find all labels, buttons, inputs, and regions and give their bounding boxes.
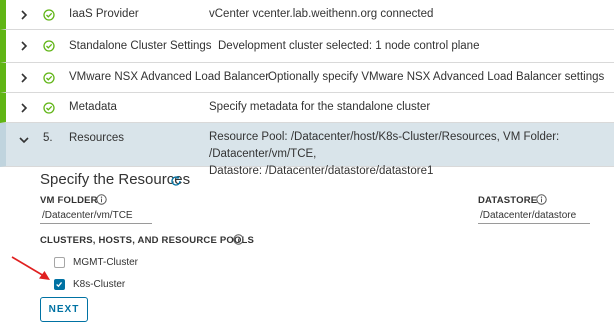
check-circle-icon: [43, 102, 55, 114]
info-icon[interactable]: [233, 234, 244, 245]
step-description: Optionally specify VMware NSX Advanced L…: [268, 71, 605, 83]
step-title: VMware NSX Advanced Load Balancer: [69, 71, 270, 83]
datastore-input[interactable]: [478, 208, 590, 224]
section-title: Specify the Resources: [40, 171, 191, 188]
step-number: 5.: [43, 132, 53, 144]
chevron-right-icon[interactable]: [19, 103, 29, 113]
datastore-label: DATASTORE: [478, 195, 538, 206]
step-description-line: Datastore: /Datacenter/datastore/datasto…: [209, 165, 434, 177]
step-standalone-cluster-settings[interactable]: Standalone Cluster Settings Development …: [0, 30, 614, 63]
chevron-right-icon[interactable]: [19, 10, 29, 20]
info-icon[interactable]: [96, 194, 107, 205]
check-circle-icon: [43, 72, 55, 84]
chevron-down-icon[interactable]: [19, 135, 29, 145]
checkbox-label: K8s-Cluster: [73, 278, 126, 290]
step-title: IaaS Provider: [69, 8, 139, 20]
resource-pools-label: CLUSTERS, HOSTS, AND RESOURCE POOLS: [40, 235, 255, 246]
step-iaas-provider[interactable]: IaaS Provider vCenter vcenter.lab.weithe…: [0, 0, 614, 30]
step-title: Metadata: [69, 101, 117, 113]
refresh-icon[interactable]: [170, 175, 182, 187]
check-circle-icon: [43, 9, 55, 21]
step-metadata[interactable]: Metadata Specify metadata for the standa…: [0, 93, 614, 123]
tree-item-k8s-cluster[interactable]: K8s-Cluster: [54, 277, 125, 291]
step-title: Standalone Cluster Settings: [69, 40, 212, 52]
chevron-right-icon[interactable]: [19, 41, 29, 51]
step-description: Development cluster selected: 1 node con…: [218, 40, 480, 52]
step-resources[interactable]: 5. Resources Resource Pool: /Datacenter/…: [0, 123, 614, 177]
step-description: Specify metadata for the standalone clus…: [209, 101, 431, 113]
info-icon[interactable]: [536, 194, 547, 205]
check-circle-icon: [43, 40, 55, 52]
vm-folder-input[interactable]: [40, 208, 152, 224]
step-title: Resources: [69, 132, 124, 144]
chevron-right-icon[interactable]: [19, 73, 29, 83]
step-description-line: Resource Pool: /Datacenter/host/K8s-Clus…: [209, 131, 560, 160]
step-description: Resource Pool: /Datacenter/host/K8s-Clus…: [209, 129, 614, 180]
step-description: vCenter vcenter.lab.weithenn.org connect…: [209, 8, 434, 20]
checkbox-label: MGMT-Cluster: [73, 256, 138, 268]
annotation-arrow-icon: [11, 256, 50, 280]
tree-item-mgmt-cluster[interactable]: MGMT-Cluster: [54, 255, 138, 269]
step-nsx-advanced-load-balancer[interactable]: VMware NSX Advanced Load Balancer Option…: [0, 63, 614, 93]
vm-folder-label: VM FOLDER: [40, 195, 98, 206]
next-button[interactable]: NEXT: [40, 297, 88, 322]
